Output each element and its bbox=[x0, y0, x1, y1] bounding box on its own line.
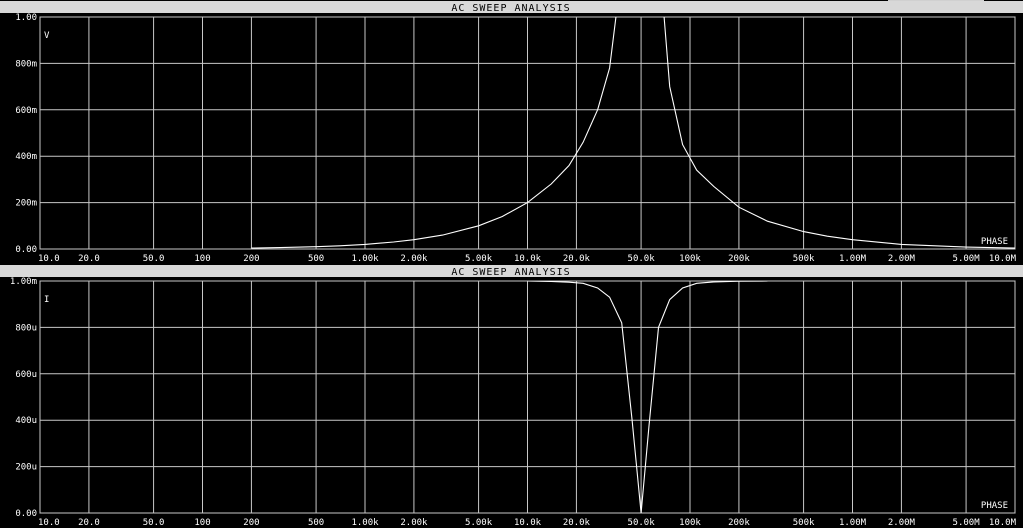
x-tick-label: 5.00M bbox=[953, 518, 981, 528]
y-unit-label: V bbox=[44, 31, 50, 41]
y-tick-label: 400m bbox=[15, 152, 37, 162]
ac-sweep-plot-window: AC SWEEP ANALYSIS 10.0 20.0 50.0 100 200 500 1.… bbox=[0, 0, 1023, 528]
x-tick-label: 500 bbox=[308, 518, 324, 528]
y-tick-label: 0.00 bbox=[15, 509, 37, 519]
x-tick-label: 100 bbox=[194, 518, 210, 528]
y-tick-label: 800u bbox=[15, 323, 37, 333]
x-tick-label: 100k bbox=[679, 518, 701, 528]
series-trace bbox=[527, 281, 768, 513]
phase-label: PHASE bbox=[981, 501, 1008, 511]
x-tick-label: 10.0M bbox=[989, 254, 1017, 264]
x-tick-label: 50.0k bbox=[628, 518, 656, 528]
x-tick-label: 50.0 bbox=[143, 254, 165, 264]
x-tick-label: 1.00M bbox=[839, 518, 867, 528]
y-tick-label: 1.00m bbox=[10, 277, 37, 287]
x-tick-label: 200k bbox=[728, 518, 750, 528]
x-tick-label: 1.00M bbox=[839, 254, 867, 264]
x-tick-label: 20.0k bbox=[563, 518, 591, 528]
series-trace bbox=[251, 17, 1015, 249]
x-tick-label: 100k bbox=[679, 254, 701, 264]
y-tick-label: 1.00 bbox=[15, 13, 37, 23]
x-tick-label: 2.00k bbox=[400, 254, 428, 264]
x-tick-label: 500 bbox=[308, 254, 324, 264]
x-tick-label: 5.00k bbox=[465, 254, 493, 264]
phase-label: PHASE bbox=[981, 237, 1008, 247]
y-tick-label: 600u bbox=[15, 370, 37, 380]
x-tick-label: 20.0k bbox=[563, 254, 591, 264]
x-tick-label: 10.0 bbox=[38, 518, 60, 528]
y-tick-label: 0.00 bbox=[15, 245, 37, 255]
y-tick-label: 200u bbox=[15, 463, 37, 473]
x-tick-label: 10.0M bbox=[989, 518, 1017, 528]
x-tick-label: 5.00k bbox=[465, 518, 493, 528]
x-tick-label: 1.00k bbox=[351, 518, 379, 528]
y-tick-label: 200m bbox=[15, 199, 37, 209]
x-tick-label: 10.0k bbox=[514, 518, 542, 528]
y-tick-label: 800m bbox=[15, 59, 37, 69]
x-tick-label: 200 bbox=[243, 254, 259, 264]
x-tick-label: 5.00M bbox=[953, 254, 981, 264]
x-tick-label: 200k bbox=[728, 254, 750, 264]
x-tick-label: 500k bbox=[793, 254, 815, 264]
x-tick-label: 20.0 bbox=[78, 254, 100, 264]
x-tick-label: 10.0k bbox=[514, 254, 542, 264]
chart-title: AC SWEEP ANALYSIS bbox=[451, 267, 570, 278]
y-tick-label: 400u bbox=[15, 416, 37, 426]
y-tick-label: 600m bbox=[15, 106, 37, 116]
x-tick-label: 500k bbox=[793, 518, 815, 528]
x-tick-label: 200 bbox=[243, 518, 259, 528]
x-tick-label: 50.0k bbox=[628, 254, 656, 264]
x-tick-label: 1.00k bbox=[351, 254, 379, 264]
x-tick-label: 2.00k bbox=[400, 518, 428, 528]
x-tick-label: 20.0 bbox=[78, 518, 100, 528]
y-unit-label: I bbox=[44, 295, 49, 305]
x-tick-label: 2.00M bbox=[888, 518, 916, 528]
x-tick-label: 50.0 bbox=[143, 518, 165, 528]
x-tick-label: 100 bbox=[194, 254, 210, 264]
x-tick-label: 10.0 bbox=[38, 254, 60, 264]
x-tick-label: 2.00M bbox=[888, 254, 916, 264]
chart-title: AC SWEEP ANALYSIS bbox=[451, 3, 570, 14]
